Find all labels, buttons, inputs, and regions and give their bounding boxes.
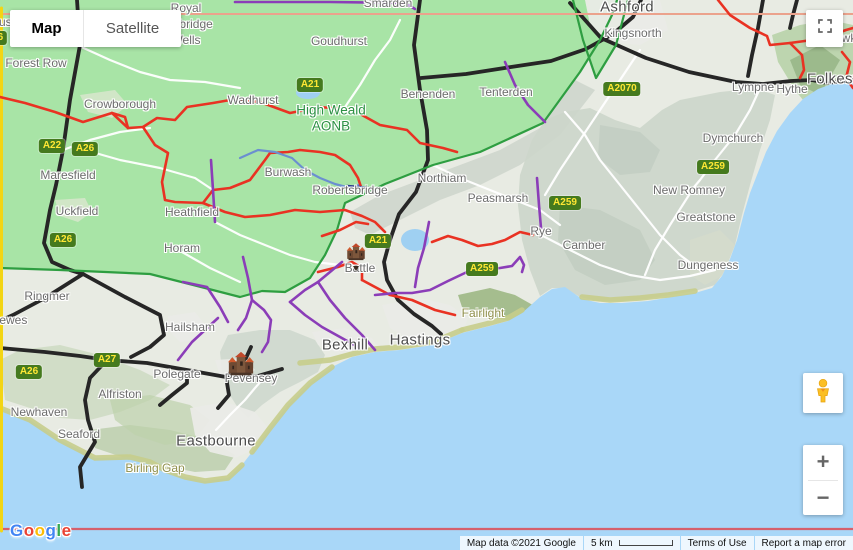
google-logo-letter: e [61, 521, 72, 540]
scale-bar [618, 540, 673, 546]
zoom-control: + − [803, 445, 843, 515]
map-viewport: Royal Tunbridge Wells ust Forest Row Goudhurs… [0, 0, 853, 550]
map-canvas[interactable] [0, 0, 853, 550]
google-logo[interactable]: Google [10, 521, 72, 541]
google-logo-letter: g [45, 521, 57, 540]
terms-of-use-link[interactable]: Terms of Use [688, 538, 747, 549]
google-logo-letter: o [23, 521, 35, 540]
zoom-out-button[interactable]: − [803, 481, 843, 516]
pevensey-castle-marker[interactable] [226, 351, 256, 382]
scale-control: 5 km [583, 536, 680, 550]
scale-label: 5 km [590, 537, 613, 549]
google-logo-letter: o [34, 521, 46, 540]
map-button[interactable]: Map [10, 10, 83, 47]
fullscreen-icon [816, 17, 834, 40]
pegman-button[interactable] [803, 373, 843, 413]
satellite-button[interactable]: Satellite [83, 10, 181, 47]
map-type-control: Map Satellite [10, 10, 181, 47]
zoom-in-button[interactable]: + [803, 445, 843, 480]
google-logo-letter: G [10, 521, 24, 540]
report-map-error-link[interactable]: Report a map error [762, 538, 846, 549]
pegman-icon [812, 378, 834, 409]
map-data-attribution: Map data ©2021 Google [459, 536, 583, 550]
battle-abbey-marker[interactable] [346, 242, 366, 271]
attribution-bar: Map data ©2021 Google 5 km Terms of Use … [459, 536, 853, 550]
fullscreen-button[interactable] [806, 10, 843, 47]
